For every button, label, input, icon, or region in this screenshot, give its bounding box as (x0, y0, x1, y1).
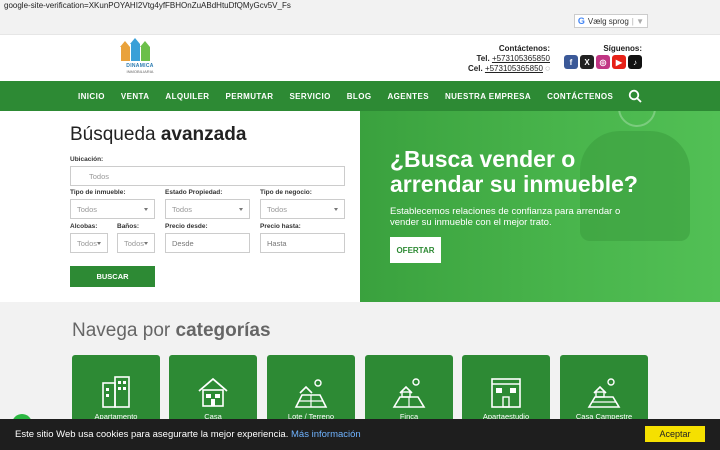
cel-label: Cel. (468, 64, 483, 73)
nav-item-servicio[interactable]: SERVICIO (281, 92, 338, 101)
language-selector[interactable]: G Vælg sprog | ▼ (573, 14, 648, 28)
business-type-label: Tipo de negocio: (260, 189, 312, 196)
advanced-search-panel: Búsqueda avanzada Ubicación: Todos Tipo … (0, 111, 360, 302)
x-twitter-icon[interactable]: X (580, 55, 594, 69)
studio-building-icon (491, 378, 521, 408)
tel-label: Tel. (476, 54, 490, 63)
price-to-input[interactable]: Hasta (260, 233, 345, 253)
site-verification-text: google-site-verification=XKunPOYAHI2Vtg4… (4, 1, 291, 10)
nav-item-inicio[interactable]: INICIO (70, 92, 113, 101)
search-icon[interactable] (628, 89, 642, 103)
cel-line: Cel. +573105365850 ◌ (468, 64, 550, 74)
nav-item-agentes[interactable]: AGENTES (379, 92, 436, 101)
social-links: f X ◎ ▶ ♪ (564, 55, 642, 69)
property-type-select[interactable]: Todos (70, 199, 155, 219)
bedrooms-select[interactable]: Todos (70, 233, 108, 253)
country-house-icon (587, 378, 621, 408)
price-from-label: Precio desde: (165, 223, 208, 230)
main-nav: INICIO VENTA ALQUILER PERMUTAR SERVICIO … (0, 81, 720, 111)
google-g-icon: G (577, 16, 585, 26)
language-selector-label: Vælg sprog (587, 16, 629, 26)
logo-subtitle: INMOBILIARIA (126, 69, 154, 74)
cookie-accept-button[interactable]: Aceptar (645, 426, 705, 442)
category-card-apartaestudio[interactable]: Apartaestudio (462, 355, 550, 425)
category-card-casa[interactable]: Casa (169, 355, 257, 425)
cookie-message: Este sitio Web usa cookies para asegurar… (15, 429, 361, 440)
category-card-apartamento[interactable]: Apartamento (72, 355, 160, 425)
hero-banner: ¿Busca vender o arrendar su inmueble? Est… (360, 111, 720, 302)
follow-label: Síguenos: (603, 44, 642, 53)
site-header: DINAMICA INMOBILIARIA Contáctenos: Tel. … (0, 34, 720, 81)
apartment-building-icon (102, 376, 130, 408)
hero-text: Establecemos relaciones de confianza par… (390, 206, 621, 228)
bedrooms-label: Alcobas: (70, 223, 98, 230)
tiktok-icon[interactable]: ♪ (628, 55, 642, 69)
contact-info: Contáctenos: Tel. +573105365850 Cel. +57… (468, 44, 550, 74)
price-from-input[interactable]: Desde (165, 233, 250, 253)
category-card-casa-campestre[interactable]: Casa Campestre (560, 355, 648, 425)
nav-item-alquiler[interactable]: ALQUILER (157, 92, 217, 101)
bathrooms-select[interactable]: Todos (117, 233, 155, 253)
nav-item-venta[interactable]: VENTA (113, 92, 158, 101)
category-card-lote[interactable]: Lote / Terreno (267, 355, 355, 425)
logo-houses-icon (120, 38, 159, 61)
brand-logo[interactable]: DINAMICA INMOBILIARIA (120, 38, 159, 75)
search-title: Búsqueda avanzada (70, 124, 247, 145)
cel-link[interactable]: +573105365850 (485, 64, 543, 73)
nav-item-contactenos[interactable]: CONTÁCTENOS (539, 92, 621, 101)
house-icon (198, 377, 228, 407)
business-type-select[interactable]: Todos (260, 199, 345, 219)
property-status-label: Estado Propiedad: (165, 189, 223, 196)
property-type-label: Tipo de inmueble: (70, 189, 126, 196)
nav-item-permutar[interactable]: PERMUTAR (217, 92, 281, 101)
cookie-banner: Este sitio Web usa cookies para asegurar… (0, 419, 720, 450)
categories-title: Navega por categorías (72, 320, 271, 341)
search-button[interactable]: BUSCAR (70, 266, 155, 287)
hero-title: ¿Busca vender o arrendar su inmueble? (390, 146, 638, 197)
nav-item-blog[interactable]: BLOG (339, 92, 380, 101)
bathrooms-label: Baños: (117, 223, 140, 230)
instagram-icon[interactable]: ◎ (596, 55, 610, 69)
tel-line: Tel. +573105365850 (468, 54, 550, 64)
facebook-icon[interactable]: f (564, 55, 578, 69)
ofertar-button[interactable]: OFERTAR (390, 237, 441, 263)
property-status-select[interactable]: Todos (165, 199, 250, 219)
location-label: Ubicación: (70, 156, 104, 163)
tel-link[interactable]: +573105365850 (492, 54, 550, 63)
nav-item-nuestra-empresa[interactable]: NUESTRA EMPRESA (437, 92, 539, 101)
price-to-label: Precio hasta: (260, 223, 301, 230)
cookie-more-link[interactable]: Más información (291, 429, 361, 440)
land-lot-icon (294, 379, 328, 408)
category-card-finca[interactable]: Finca (365, 355, 453, 425)
youtube-icon[interactable]: ▶ (612, 55, 626, 69)
contact-title: Contáctenos: (498, 44, 550, 53)
chevron-down-icon: | ▼ (631, 16, 644, 26)
whatsapp-small-icon: ◌ (545, 64, 550, 73)
location-input[interactable]: Todos (70, 166, 345, 186)
farm-icon (392, 378, 426, 408)
